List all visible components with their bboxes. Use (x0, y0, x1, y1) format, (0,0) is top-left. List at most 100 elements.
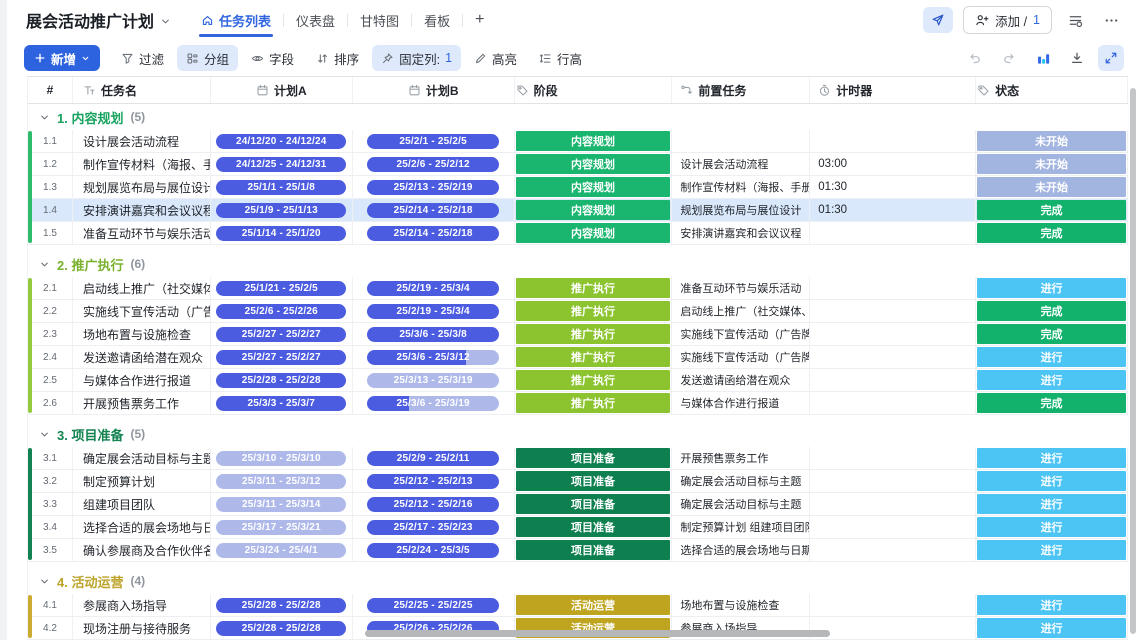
plan-a-pill[interactable]: 25/1/1 - 25/1/8 (216, 180, 346, 195)
row-number-cell[interactable]: 3.2 (28, 470, 73, 492)
plan-a-cell[interactable]: 25/2/6 - 25/2/26 (211, 300, 353, 322)
task-name-cell[interactable]: 选择合适的展会场地与日期 (73, 516, 211, 538)
status-cell[interactable]: 进行 (976, 516, 1128, 538)
table-row[interactable]: 2.3场地布置与设施检查25/2/27 - 25/2/2725/3/6 - 25… (28, 323, 1128, 346)
status-chip[interactable]: 进行 (977, 370, 1126, 390)
task-name-cell[interactable]: 确认参展商及合作伙伴名单 (73, 539, 211, 561)
task-name-cell[interactable]: 准备互动环节与娱乐活动 (73, 222, 211, 244)
status-chip[interactable]: 完成 (977, 393, 1126, 413)
status-chip[interactable]: 进行 (977, 540, 1126, 560)
task-name-cell[interactable]: 发送邀请函给潜在观众 (73, 346, 211, 368)
status-cell[interactable]: 完成 (976, 199, 1128, 221)
plan-b-pill[interactable]: 25/2/12 - 25/2/13 (367, 474, 499, 489)
group-header[interactable]: 2. 推广执行(6) (28, 251, 1128, 277)
tab-dashboard[interactable]: 仪表盘 (284, 0, 347, 40)
plan-b-pill[interactable]: 25/3/6 - 25/3/8 (367, 327, 499, 342)
plan-a-cell[interactable]: 25/2/28 - 25/2/28 (211, 617, 353, 639)
predecessor-cell[interactable] (672, 130, 810, 152)
status-chip[interactable]: 进行 (977, 448, 1126, 468)
column-header-plan-b[interactable]: 计划B (353, 77, 515, 103)
table-row[interactable]: 2.1启动线上推广（社交媒体...25/1/21 - 25/2/525/2/19… (28, 277, 1128, 300)
task-name-cell[interactable]: 启动线上推广（社交媒体... (73, 277, 211, 299)
row-number-cell[interactable]: 2.5 (28, 369, 73, 391)
plan-b-pill[interactable]: 25/2/14 - 25/2/18 (367, 203, 499, 218)
row-number-cell[interactable]: 3.4 (28, 516, 73, 538)
group-header[interactable]: 3. 项目准备(5) (28, 421, 1128, 447)
timer-cell[interactable] (810, 470, 976, 492)
task-name-cell[interactable]: 现场注册与接待服务 (73, 617, 211, 639)
row-number-cell[interactable]: 3.1 (28, 447, 73, 469)
phase-chip[interactable]: 项目准备 (516, 471, 671, 491)
table-row[interactable]: 3.4选择合适的展会场地与日期25/3/17 - 25/3/2125/2/17 … (28, 516, 1128, 539)
status-chip[interactable]: 进行 (977, 471, 1126, 491)
row-number-cell[interactable]: 1.5 (28, 222, 73, 244)
add-view-button[interactable]: + (463, 11, 496, 29)
phase-cell[interactable]: 项目准备 (515, 470, 673, 492)
status-cell[interactable]: 未开始 (976, 176, 1128, 198)
table-row[interactable]: 2.2实施线下宣传活动（广告...25/2/6 - 25/2/2625/2/19… (28, 300, 1128, 323)
predecessor-cell[interactable]: 确定展会活动目标与主题 (672, 470, 810, 492)
phase-chip[interactable]: 项目准备 (516, 448, 671, 468)
download-button[interactable] (1064, 45, 1090, 71)
page-title[interactable]: 展会活动推广计划 (26, 8, 171, 32)
row-number-cell[interactable]: 1.3 (28, 176, 73, 198)
status-cell[interactable]: 进行 (976, 617, 1128, 639)
tab-task-list[interactable]: 任务列表 (189, 0, 283, 40)
column-header-task-name[interactable]: 任务名 (73, 77, 211, 103)
plan-a-cell[interactable]: 25/1/14 - 25/1/20 (211, 222, 353, 244)
highlight-button[interactable]: 高亮 (465, 45, 526, 71)
phase-chip[interactable]: 内容规划 (516, 200, 671, 220)
predecessor-cell[interactable]: 实施线下宣传活动（广告牌、传 (672, 346, 810, 368)
status-cell[interactable]: 进行 (976, 493, 1128, 515)
plan-b-cell[interactable]: 25/2/6 - 25/2/12 (353, 153, 515, 175)
predecessor-cell[interactable]: 选择合适的展会场地与日期 (672, 539, 810, 561)
plan-b-cell[interactable]: 25/3/6 - 25/3/19 (353, 392, 515, 414)
plan-a-cell[interactable]: 24/12/25 - 24/12/31 (211, 153, 353, 175)
plan-b-pill[interactable]: 25/3/6 - 25/3/12 (367, 350, 499, 365)
fields-button[interactable]: 字段 (242, 45, 303, 71)
plan-b-cell[interactable]: 25/2/14 - 25/2/18 (353, 222, 515, 244)
phase-cell[interactable]: 内容规划 (515, 222, 673, 244)
plan-b-cell[interactable]: 25/2/13 - 25/2/19 (353, 176, 515, 198)
plan-a-pill[interactable]: 25/2/28 - 25/2/28 (216, 621, 346, 636)
task-name-cell[interactable]: 场地布置与设施检查 (73, 323, 211, 345)
phase-cell[interactable]: 推广执行 (515, 277, 673, 299)
plan-a-pill[interactable]: 25/2/6 - 25/2/26 (216, 304, 346, 319)
task-name-cell[interactable]: 制作宣传材料（海报、手... (73, 153, 211, 175)
status-cell[interactable]: 进行 (976, 277, 1128, 299)
plan-b-pill[interactable]: 25/2/6 - 25/2/12 (367, 157, 499, 172)
timer-cell[interactable] (810, 369, 976, 391)
group-button[interactable]: 分组 (177, 45, 238, 71)
phase-chip[interactable]: 推广执行 (516, 370, 671, 390)
phase-cell[interactable]: 内容规划 (515, 130, 673, 152)
predecessor-cell[interactable]: 制定预算计划 组建项目团队 (672, 516, 810, 538)
plan-a-pill[interactable]: 25/2/27 - 25/2/27 (216, 350, 346, 365)
plan-a-pill[interactable]: 25/1/9 - 25/1/13 (216, 203, 346, 218)
task-name-cell[interactable]: 开展预售票务工作 (73, 392, 211, 414)
timer-cell[interactable] (810, 539, 976, 561)
expand-button[interactable] (1098, 45, 1124, 71)
plan-b-cell[interactable]: 25/2/19 - 25/3/4 (353, 277, 515, 299)
timer-cell[interactable] (810, 323, 976, 345)
table-row[interactable]: 1.2制作宣传材料（海报、手...24/12/25 - 24/12/3125/2… (28, 153, 1128, 176)
plan-a-cell[interactable]: 24/12/20 - 24/12/24 (211, 130, 353, 152)
table-row[interactable]: 2.4发送邀请函给潜在观众 25/2/27 - 25/2/27 25/3/6 - 2… (28, 346, 1128, 369)
phase-chip[interactable]: 项目准备 (516, 494, 671, 514)
row-number-cell[interactable]: 2.4 (28, 346, 73, 368)
row-number-cell[interactable]: 3.5 (28, 539, 73, 561)
phase-chip[interactable]: 推广执行 (516, 278, 671, 298)
status-cell[interactable]: 未开始 (976, 130, 1128, 152)
phase-cell[interactable]: 推广执行 (515, 323, 673, 345)
timer-cell[interactable]: 01:30 (810, 199, 976, 221)
status-chip[interactable]: 未开始 (977, 154, 1126, 174)
sort-button[interactable]: 排序 (307, 45, 368, 71)
plan-a-cell[interactable]: 25/2/28 - 25/2/28 (211, 594, 353, 616)
phase-cell[interactable]: 项目准备 (515, 447, 673, 469)
phase-cell[interactable]: 项目准备 (515, 539, 673, 561)
plan-b-cell[interactable]: 25/2/17 - 25/2/23 (353, 516, 515, 538)
plan-b-cell[interactable]: 25/3/13 - 25/3/19 (353, 369, 515, 391)
tab-kanban[interactable]: 看板 (412, 0, 462, 40)
row-number-cell[interactable]: 4.2 (28, 617, 73, 639)
plan-a-cell[interactable]: 25/1/9 - 25/1/13 (211, 199, 353, 221)
task-name-cell[interactable]: 参展商入场指导 (73, 594, 211, 616)
